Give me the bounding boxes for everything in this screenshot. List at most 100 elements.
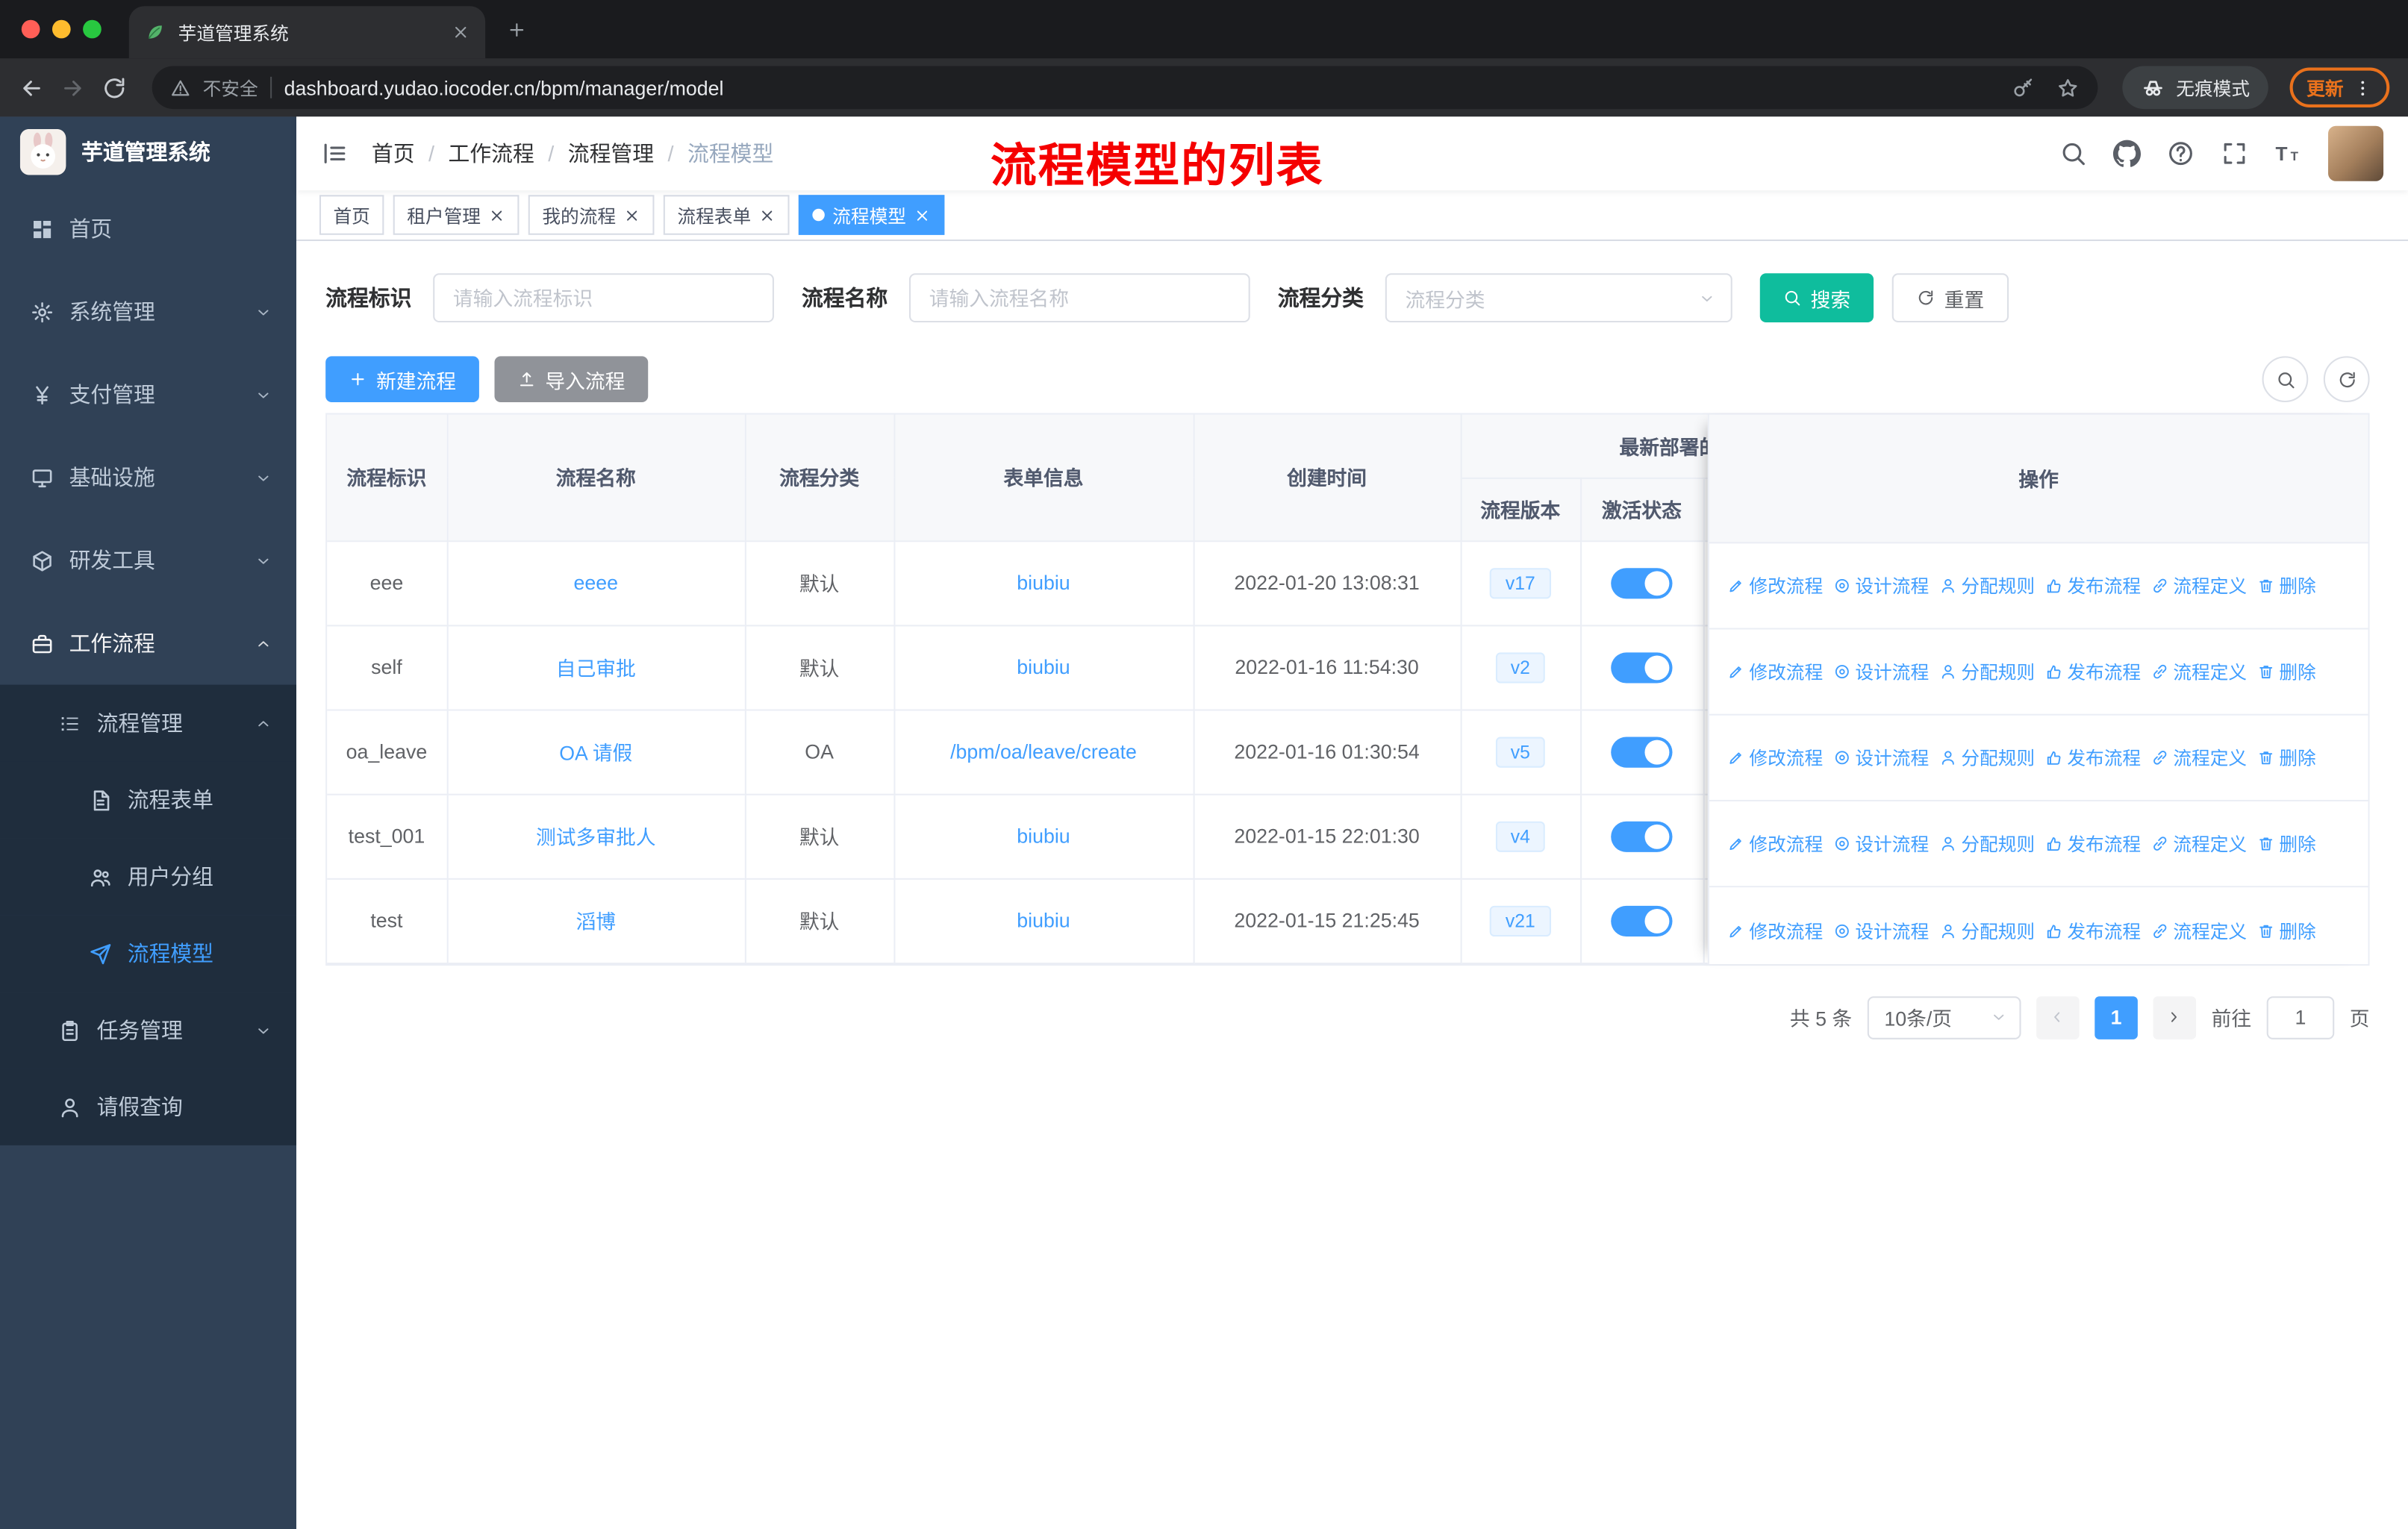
reload-icon[interactable] (102, 75, 128, 101)
sidebar-item-payment-management[interactable]: 支付管理 (0, 353, 296, 436)
action-definition[interactable]: 流程定义 (2152, 831, 2247, 857)
process-name-link[interactable]: OA 请假 (559, 742, 632, 765)
action-definition[interactable]: 流程定义 (2152, 745, 2247, 771)
search-icon[interactable] (2059, 140, 2087, 167)
form-link[interactable]: /bpm/oa/leave/create (950, 740, 1137, 763)
action-modify[interactable]: 修改流程 (1728, 659, 1823, 685)
page-number-1[interactable]: 1 (2094, 995, 2138, 1039)
action-publish[interactable]: 发布流程 (2046, 572, 2141, 598)
sidebar-item-user-group[interactable]: 用户分组 (0, 838, 297, 916)
page-size-select[interactable]: 10条/页 (1867, 995, 2021, 1039)
active-toggle[interactable] (1611, 567, 1673, 598)
github-icon[interactable] (2112, 140, 2142, 167)
process-key-input[interactable] (433, 273, 774, 323)
action-delete[interactable]: 删除 (2258, 745, 2316, 771)
action-modify[interactable]: 修改流程 (1728, 745, 1823, 771)
process-name-link[interactable]: 滔博 (576, 910, 616, 934)
action-design[interactable]: 设计流程 (1834, 572, 1929, 598)
import-process-button[interactable]: 导入流程 (494, 356, 649, 403)
action-design[interactable]: 设计流程 (1834, 745, 1929, 771)
next-page-button[interactable] (2153, 995, 2197, 1039)
sidebar-item-process-model[interactable]: 流程模型 (0, 915, 297, 992)
action-assign-rules[interactable]: 分配规则 (1940, 917, 2035, 943)
action-definition[interactable]: 流程定义 (2152, 572, 2247, 598)
tab-close-icon[interactable] (914, 207, 931, 224)
sidebar-item-dev-tools[interactable]: 研发工具 (0, 519, 296, 601)
action-definition[interactable]: 流程定义 (2152, 659, 2247, 685)
breadcrumb-item-1[interactable]: 工作流程 (449, 138, 534, 169)
font-size-icon[interactable]: TT (2274, 140, 2302, 167)
action-delete[interactable]: 删除 (2258, 659, 2316, 685)
prev-page-button[interactable] (2036, 995, 2080, 1039)
new-tab-button[interactable] (507, 19, 527, 40)
active-toggle[interactable] (1611, 904, 1673, 936)
action-delete[interactable]: 删除 (2258, 831, 2316, 857)
sidebar-item-infrastructure[interactable]: 基础设施 (0, 436, 296, 519)
update-button[interactable]: 更新 (2289, 67, 2390, 108)
browser-tab[interactable]: 芋道管理系统 (128, 6, 486, 59)
action-publish[interactable]: 发布流程 (2046, 917, 2141, 943)
action-delete[interactable]: 删除 (2258, 917, 2316, 943)
window-minimize-button[interactable] (52, 19, 71, 39)
browser-menu-icon[interactable] (2353, 78, 2373, 98)
form-link[interactable]: biubiu (1017, 909, 1070, 932)
tab-close-icon[interactable] (758, 207, 776, 224)
page-tab-process-model[interactable]: 流程模型 (798, 195, 945, 235)
category-select[interactable]: 流程分类 (1385, 273, 1732, 323)
user-avatar[interactable] (2328, 125, 2384, 181)
form-link[interactable]: biubiu (1017, 825, 1070, 848)
action-assign-rules[interactable]: 分配规则 (1940, 572, 2035, 598)
action-publish[interactable]: 发布流程 (2046, 745, 2141, 771)
breadcrumb-item-0[interactable]: 首页 (372, 138, 415, 169)
page-tab-my-process[interactable]: 我的流程 (528, 195, 655, 235)
action-design[interactable]: 设计流程 (1834, 659, 1929, 685)
action-modify[interactable]: 修改流程 (1728, 831, 1823, 857)
reset-button[interactable]: 重置 (1891, 273, 2009, 323)
action-definition[interactable]: 流程定义 (2152, 917, 2247, 943)
page-tab-process-form[interactable]: 流程表单 (663, 195, 790, 235)
bookmark-star-icon[interactable] (2056, 76, 2080, 99)
toggle-search-button[interactable] (2262, 356, 2309, 403)
form-link[interactable]: biubiu (1017, 571, 1070, 594)
tab-close-icon[interactable] (452, 23, 470, 42)
address-bar[interactable]: 不安全 dashboard.yudao.iocoder.cn/bpm/manag… (152, 66, 2098, 110)
page-tab-tenant-management[interactable]: 租户管理 (393, 195, 520, 235)
window-zoom-button[interactable] (83, 19, 102, 39)
action-assign-rules[interactable]: 分配规则 (1940, 659, 2035, 685)
fullscreen-icon[interactable] (2221, 140, 2248, 167)
sidebar-item-process-management[interactable]: 流程管理 (0, 684, 297, 762)
password-key-icon[interactable] (2012, 76, 2035, 99)
process-name-link[interactable]: 测试多审批人 (536, 826, 656, 849)
action-assign-rules[interactable]: 分配规则 (1940, 831, 2035, 857)
action-design[interactable]: 设计流程 (1834, 831, 1929, 857)
process-name-link[interactable]: eeee (574, 571, 619, 594)
sidebar-collapse-icon[interactable] (321, 140, 349, 167)
sidebar-item-home[interactable]: 首页 (0, 187, 296, 270)
active-toggle[interactable] (1611, 820, 1673, 851)
action-modify[interactable]: 修改流程 (1728, 572, 1823, 598)
refresh-table-button[interactable] (2323, 356, 2370, 403)
create-process-button[interactable]: 新建流程 (325, 356, 479, 403)
process-name-input[interactable] (908, 273, 1250, 323)
action-publish[interactable]: 发布流程 (2046, 831, 2141, 857)
page-tab-home[interactable]: 首页 (319, 195, 384, 235)
action-delete[interactable]: 删除 (2258, 572, 2316, 598)
goto-page-input[interactable] (2266, 995, 2335, 1039)
sidebar-item-system-management[interactable]: 系统管理 (0, 270, 296, 353)
action-assign-rules[interactable]: 分配规则 (1940, 745, 2035, 771)
sidebar-item-process-form[interactable]: 流程表单 (0, 761, 297, 839)
sidebar-item-task-management[interactable]: 任务管理 (0, 992, 297, 1069)
action-modify[interactable]: 修改流程 (1728, 917, 1823, 943)
search-button[interactable]: 搜索 (1759, 273, 1874, 323)
tab-close-icon[interactable] (488, 207, 505, 224)
process-name-link[interactable]: 自己审批 (556, 657, 636, 681)
breadcrumb-item-2[interactable]: 流程管理 (568, 138, 654, 169)
active-toggle[interactable] (1611, 736, 1673, 767)
sidebar-item-leave-query[interactable]: 请假查询 (0, 1068, 297, 1145)
active-toggle[interactable] (1611, 651, 1673, 683)
form-link[interactable]: biubiu (1017, 656, 1070, 679)
action-design[interactable]: 设计流程 (1834, 917, 1929, 943)
window-close-button[interactable] (21, 19, 40, 39)
forward-icon[interactable] (60, 75, 86, 101)
action-publish[interactable]: 发布流程 (2046, 659, 2141, 685)
